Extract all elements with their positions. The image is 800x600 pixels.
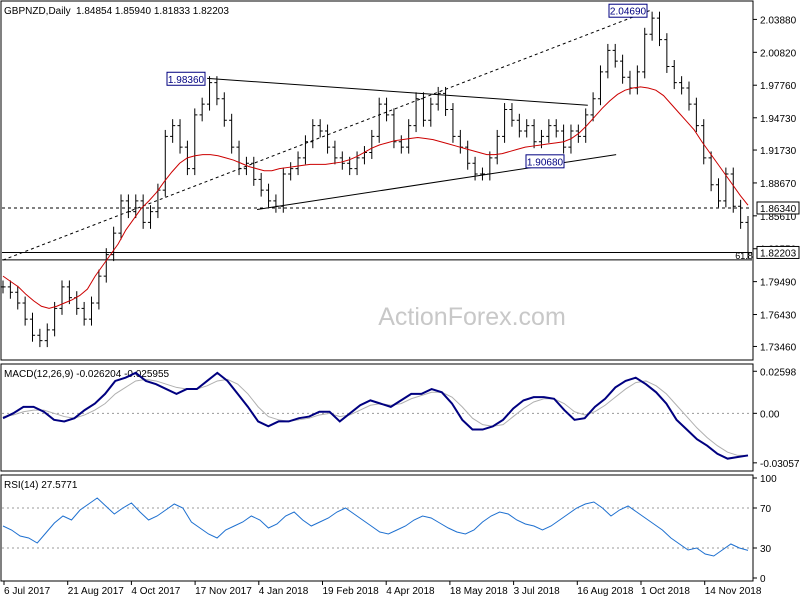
price-panel-frame	[0, 0, 754, 361]
x-tick-label: 6 Jul 2017	[4, 586, 51, 597]
x-tick-label: 4 Apr 2018	[386, 586, 435, 597]
macd-tick-label: 0.02598	[760, 367, 797, 378]
price-tick-label: 2.03880	[760, 15, 797, 26]
price-tick-label: 1.76430	[760, 311, 797, 322]
x-tick-label: 21 Aug 2017	[68, 586, 125, 597]
price-tick-label: 2.00820	[760, 48, 797, 59]
rsi-tick-label: 30	[760, 544, 772, 555]
macd-main-line	[2, 371, 749, 460]
x-tick-label: 4 Jan 2018	[259, 586, 309, 597]
macd-signal-line	[2, 378, 748, 456]
macd-title: MACD(12,26,9) -0.026204 -0.025955	[4, 369, 170, 380]
x-tick-label: 19 Feb 2018	[323, 586, 380, 597]
macd-tick-label: 0.00	[760, 409, 780, 420]
annotation-label-0: 1.98360	[168, 75, 205, 86]
price-level-label: 1.86340	[760, 204, 797, 215]
watermark: ActionForex.com	[378, 303, 566, 331]
x-tick-label: 17 Nov 2017	[195, 586, 252, 597]
x-tick-label: 3 Jul 2018	[514, 586, 561, 597]
chart-window: GBPNZD,Daily 1.84854 1.85940 1.81833 1.8…	[0, 0, 800, 600]
x-tick-label: 4 Oct 2017	[131, 586, 180, 597]
price-tick-label: 1.97760	[760, 81, 797, 92]
x-tick-label: 14 Nov 2018	[705, 586, 762, 597]
x-tick-label: 1 Oct 2018	[641, 586, 690, 597]
rsi-layer	[2, 497, 752, 557]
rsi-line	[2, 497, 749, 557]
annotation-label-2: 2.04690	[610, 7, 647, 18]
rsi-panel-frame	[0, 474, 754, 582]
price-tick-label: 1.88670	[760, 179, 797, 190]
annotation-label-1: 1.90680	[527, 157, 564, 168]
chart-svg: GBPNZD,Daily 1.84854 1.85940 1.81833 1.8…	[0, 0, 800, 597]
price-title: GBPNZD,Daily	[4, 6, 71, 17]
price-layer: 1.98360 1.90680 2.04690 61.8	[0, 3, 753, 348]
rsi-tick-label: 100	[760, 474, 777, 485]
x-tick-label: 18 May 2018	[450, 586, 508, 597]
price-level-label: 1.82203	[760, 248, 797, 259]
macd-layer	[2, 371, 752, 460]
trendline-1	[207, 77, 588, 106]
rsi-tick-label: 70	[760, 504, 772, 515]
rsi-tick-label: 0	[760, 574, 766, 585]
x-tick-label: 16 Aug 2018	[577, 586, 634, 597]
rsi-title: RSI(14) 27.5771	[4, 480, 78, 491]
price-ohlc: 1.84854 1.85940 1.81833 1.82203	[76, 6, 229, 17]
price-tick-label: 1.91730	[760, 146, 797, 157]
macd-tick-label: -0.030578	[760, 459, 800, 470]
price-tick-label: 1.94730	[760, 114, 797, 125]
price-tick-label: 1.73460	[760, 342, 797, 353]
price-tick-label: 1.79490	[760, 278, 797, 289]
moving-average-line	[2, 86, 749, 309]
trendline-0	[2, 10, 650, 261]
fib-label: 61.8	[735, 251, 753, 261]
